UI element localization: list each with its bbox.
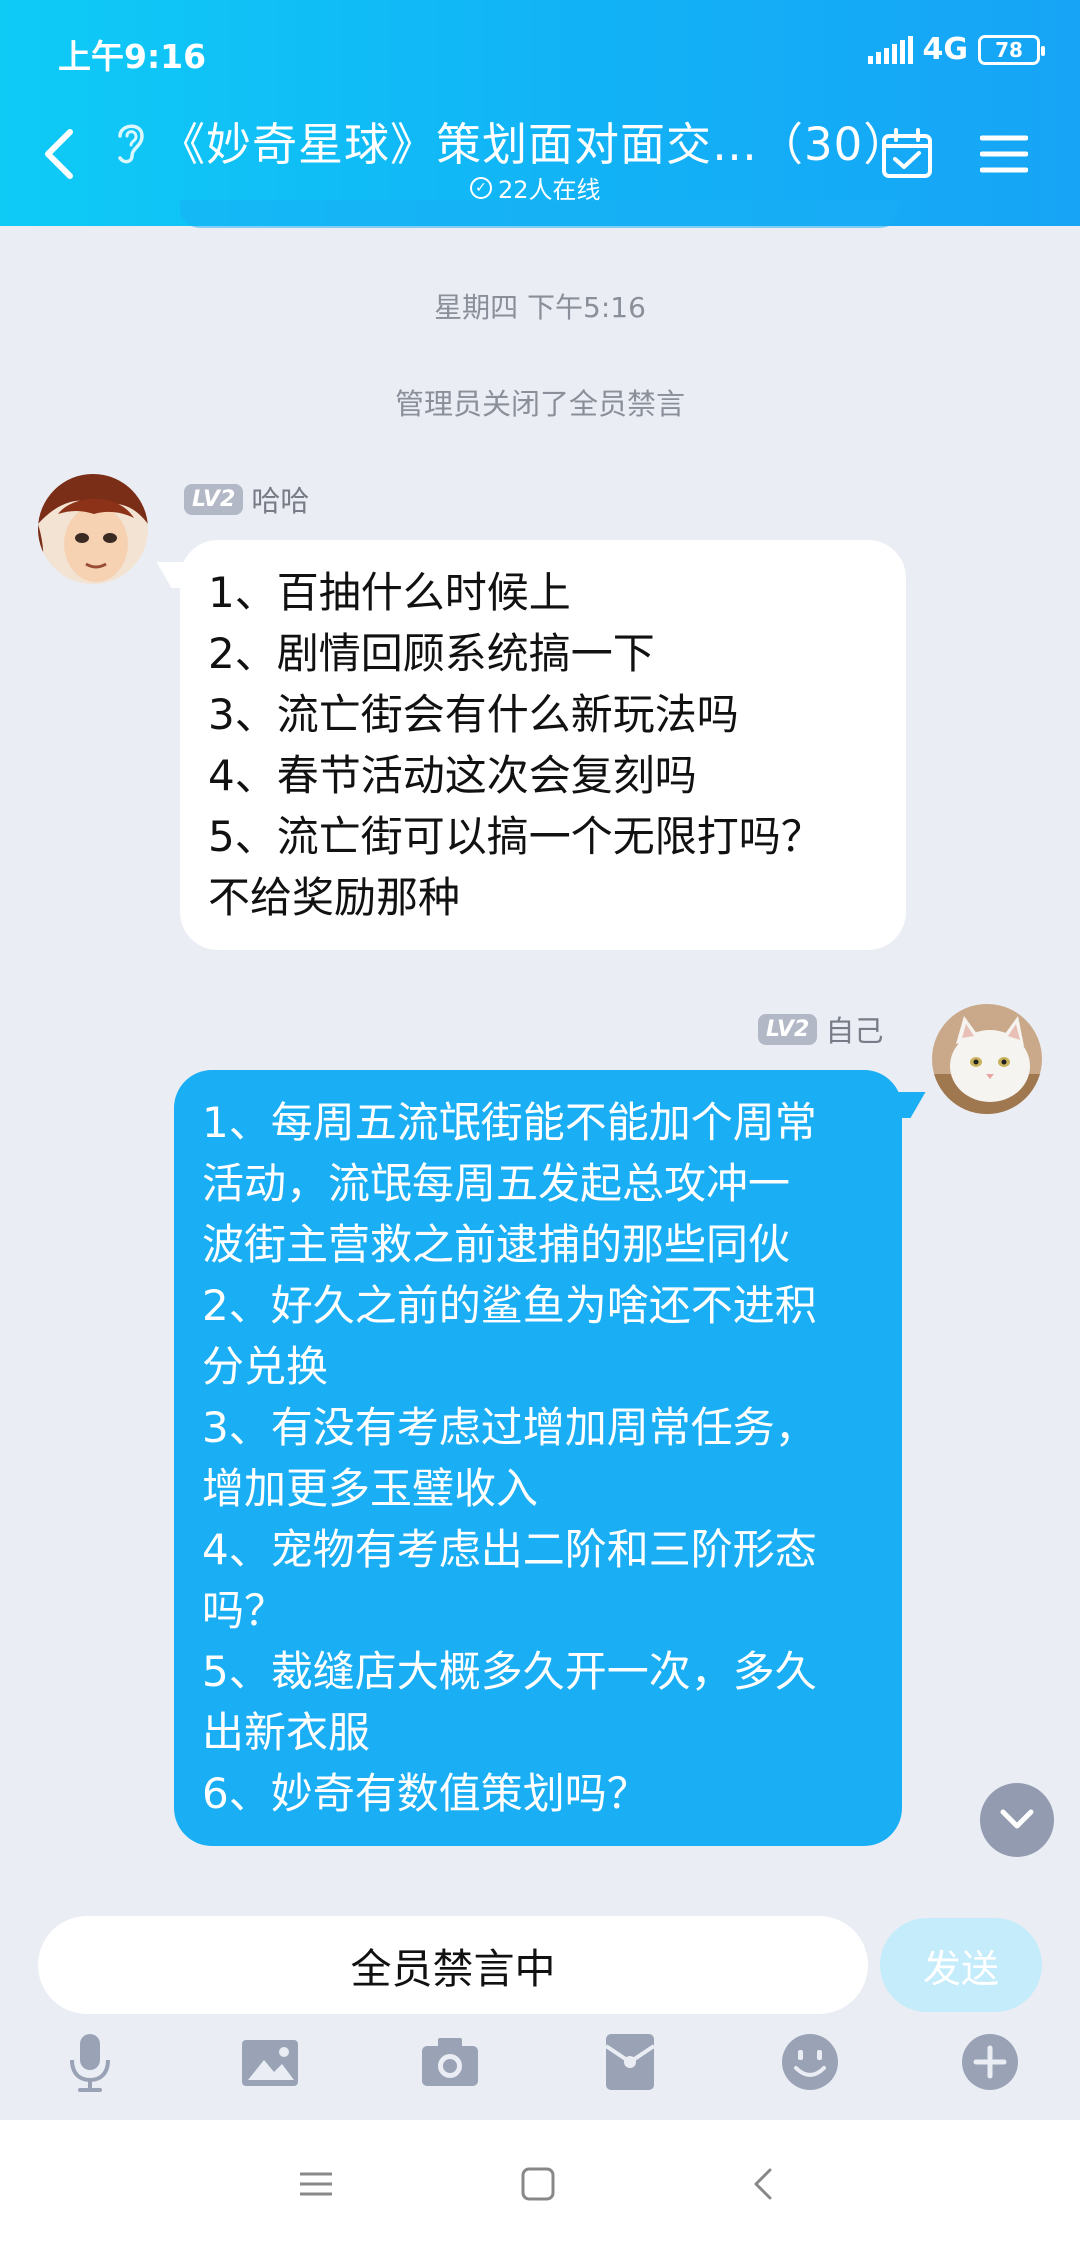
message-line: 2、好久之前的鲨鱼为啥还不进积 [202,1281,817,1330]
menu-icon[interactable] [980,134,1028,174]
camera-icon[interactable] [418,2030,482,2094]
message-line: 3、流亡街会有什么新玩法吗 [208,690,739,739]
recent-apps-icon[interactable] [296,2164,336,2204]
battery-level: 78 [995,37,1023,62]
plus-icon[interactable] [958,2030,1022,2094]
anime-avatar-icon [38,474,148,584]
signal-icon [867,35,913,64]
message-line: 增加更多玉璧收入 [202,1464,539,1513]
cat-avatar-icon [932,1004,1042,1114]
online-check-icon: ✓ [470,176,492,199]
message-line: 波街主营救之前逮捕的那些同伙 [202,1220,791,1269]
message-line: 5、流亡街可以搞一个无限打吗？ [208,812,823,861]
message-line: 6、妙奇有数值策划吗？ [202,1769,649,1818]
message-line: 4、春节活动这次会复刻吗 [208,751,697,800]
emoji-icon[interactable] [778,2030,842,2094]
sender-info: LV2 哈哈 [184,478,309,520]
group-title[interactable]: 《妙奇星球》策划面对面交…（30） [160,108,909,173]
message-line: 1、百抽什么时候上 [208,568,571,617]
sender-name: 哈哈 [251,484,310,518]
red-packet-icon[interactable] [598,2030,662,2094]
message-bubble-incoming[interactable]: 1、百抽什么时候上 2、剧情回顾系统搞一下 3、流亡街会有什么新玩法吗 4、春节… [180,540,906,950]
chat-timestamp: 星期四 下午5:16 [434,291,646,324]
network-type: 4G [922,32,969,67]
home-icon[interactable] [518,2164,558,2204]
chevron-down-icon [1000,1809,1034,1829]
level-badge: LV2 [184,483,244,515]
calendar-check-icon[interactable] [880,126,934,180]
self-info: LV2 自己 [758,1008,883,1050]
status-indicators: 4G 78 [867,32,1045,67]
message-line: 吗？ [202,1586,287,1635]
back-arrow-icon[interactable] [40,126,80,182]
image-icon[interactable] [238,2030,302,2094]
self-avatar[interactable] [932,1004,1042,1114]
sender-avatar[interactable] [38,474,148,584]
back-icon[interactable] [744,2164,784,2204]
message-line: 5、裁缝店大概多久开一次，多久 [202,1647,817,1696]
message-line: 4、宠物有考虑出二阶和三阶形态 [202,1525,817,1574]
self-name: 自己 [825,1014,884,1048]
scroll-to-bottom-button[interactable] [980,1783,1054,1857]
message-line: 分兑换 [202,1342,329,1391]
message-line: 3、有没有考虑过增加周常任务， [202,1403,817,1452]
message-input[interactable]: 全员禁言中 [38,1916,868,2014]
level-badge: LV2 [758,1013,818,1045]
system-nav-bar [0,2120,1080,2248]
previous-message-edge [180,200,900,228]
input-bar: 全员禁言中 发送 [0,1900,1080,2120]
system-notice: 管理员关闭了全员禁言 [394,387,685,421]
message-line: 活动，流氓每周五发起总攻冲一 [202,1159,791,1208]
message-line: 2、剧情回顾系统搞一下 [208,629,655,678]
microphone-icon[interactable] [58,2030,122,2094]
message-line: 出新衣服 [202,1708,371,1757]
chat-header: 上午9:16 4G 78 《妙奇星球》策划面对面交…（30） ✓ 22人在线 [0,0,1080,226]
message-line: 1、每周五流氓街能不能加个周常 [202,1098,817,1147]
status-time: 上午9:16 [58,37,207,76]
message-line: 不给奖励那种 [208,873,461,922]
battery-icon: 78 [978,34,1045,65]
send-button[interactable]: 发送 [880,1918,1042,2012]
ear-icon[interactable] [112,118,148,166]
message-bubble-outgoing[interactable]: 1、每周五流氓街能不能加个周常 活动，流氓每周五发起总攻冲一 波街主营救之前逮捕… [174,1070,902,1846]
